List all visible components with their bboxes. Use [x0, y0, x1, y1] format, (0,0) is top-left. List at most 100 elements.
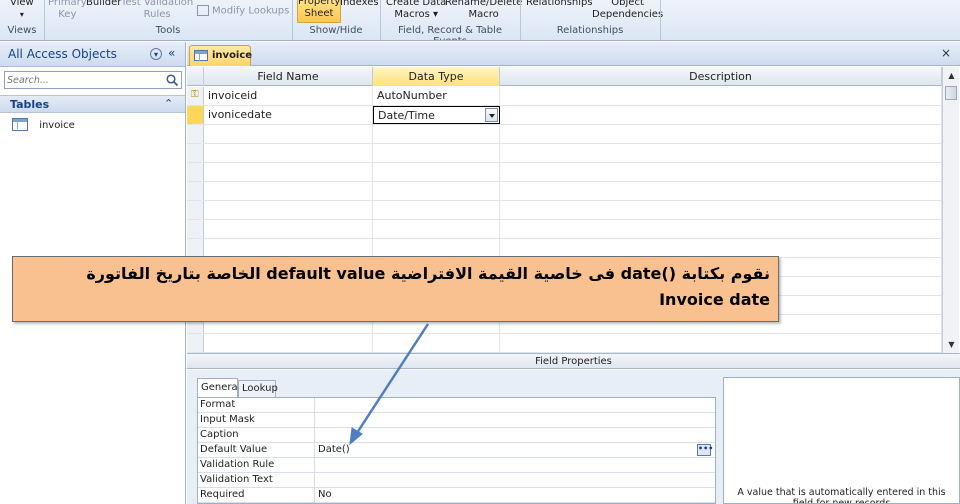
tab-general[interactable]: General [197, 378, 240, 397]
vertical-scrollbar[interactable]: ▲ ▼ [942, 67, 959, 353]
chevron-down-icon[interactable] [485, 108, 498, 122]
grid-cell[interactable] [204, 334, 373, 352]
grid-cell[interactable] [373, 201, 500, 219]
grid-cell[interactable] [373, 182, 500, 200]
close-icon[interactable]: × [941, 46, 951, 60]
row-selector[interactable] [187, 182, 204, 200]
grid-cell[interactable] [204, 201, 373, 219]
grid-cell[interactable] [500, 163, 942, 181]
grid-cell[interactable] [373, 144, 500, 162]
data-type-header: Data Type [373, 67, 500, 86]
grid-cell[interactable] [204, 239, 373, 257]
grid-cell[interactable] [500, 201, 942, 219]
nav-title[interactable]: All Access Objects [8, 47, 117, 61]
empty-grid-row[interactable] [187, 144, 942, 163]
build-button[interactable]: ••• [697, 444, 713, 456]
indexes-button[interactable]: Indexes [340, 0, 379, 9]
row-selector[interactable] [187, 220, 204, 238]
modify-lookups-button[interactable]: Modify Lookups [197, 5, 289, 18]
empty-grid-row[interactable] [187, 220, 942, 239]
row-selector[interactable]: ⚿ [187, 87, 204, 105]
data-type-select[interactable]: Date/Time [373, 106, 500, 124]
row-selector[interactable] [187, 239, 204, 257]
table-row[interactable]: ⚿ invoiceid AutoNumber [187, 87, 942, 106]
grid-cell[interactable] [500, 334, 942, 352]
scroll-down-icon[interactable]: ▼ [943, 336, 960, 353]
test-validation-rules-button[interactable]: Test Validation Rules [121, 0, 193, 21]
nav-header: All Access Objects ▾ « [0, 42, 185, 67]
field-name-cell[interactable]: ivonicedate [204, 106, 373, 124]
grid-cell[interactable] [500, 182, 942, 200]
grid-cell[interactable] [500, 239, 942, 257]
chevron-up-icon[interactable]: ⌃ [164, 97, 173, 110]
grid-cell[interactable] [373, 163, 500, 181]
property-help-panel: A value that is automatically entered in… [723, 377, 960, 504]
property-row[interactable]: Validation Rule [198, 458, 715, 473]
property-row[interactable]: Caption [198, 428, 715, 443]
empty-grid-row[interactable] [187, 163, 942, 182]
primary-key-button[interactable]: Primary Key [48, 0, 87, 21]
grid-cell[interactable] [204, 125, 373, 143]
property-row[interactable]: Input Mask [198, 413, 715, 428]
grid-cell[interactable] [204, 220, 373, 238]
property-value[interactable] [316, 413, 318, 428]
row-selector[interactable] [187, 334, 204, 352]
nav-item-invoice[interactable]: invoice [12, 118, 75, 134]
property-label: Validation Rule [200, 458, 315, 473]
collapse-pane-icon[interactable]: « [168, 46, 175, 60]
grid-cell[interactable] [373, 239, 500, 257]
rename-delete-macro-button[interactable]: Rename/Delete Macro [445, 0, 522, 21]
tab-invoice[interactable]: invoice [189, 45, 252, 66]
tables-section-label: Tables [10, 98, 50, 111]
data-type-cell[interactable]: AutoNumber [373, 87, 500, 105]
row-selector[interactable] [187, 106, 204, 124]
relationships-button[interactable]: Relationships [526, 0, 593, 9]
field-name-cell[interactable]: invoiceid [204, 87, 373, 105]
builder-button[interactable]: Builder [86, 0, 121, 9]
property-row[interactable]: Format [198, 398, 715, 413]
property-value[interactable] [316, 473, 318, 488]
object-dependencies-button[interactable]: Object Dependencies [592, 0, 663, 21]
property-sheet-button[interactable]: Property Sheet [297, 0, 341, 23]
grid-cell[interactable] [204, 163, 373, 181]
grid-cell[interactable] [373, 334, 500, 352]
create-data-macros-button[interactable]: Create Data Macros ▾ [386, 0, 446, 21]
grid-cell[interactable] [373, 125, 500, 143]
empty-grid-row[interactable] [187, 334, 942, 353]
empty-grid-row[interactable] [187, 182, 942, 201]
property-row[interactable]: Required No [198, 488, 715, 503]
tab-lookup[interactable]: Lookup [238, 380, 278, 397]
row-selector[interactable] [187, 201, 204, 219]
description-cell[interactable] [500, 106, 942, 124]
callout-line-2: Invoice date [659, 290, 770, 309]
description-cell[interactable] [500, 87, 942, 105]
grid-cell[interactable] [373, 220, 500, 238]
default-value-input[interactable]: Date() [316, 443, 350, 458]
grid-cell[interactable] [204, 144, 373, 162]
table-row[interactable]: ivonicedate Date/Time [187, 106, 942, 125]
empty-grid-row[interactable] [187, 201, 942, 220]
row-selector[interactable] [187, 144, 204, 162]
empty-grid-row[interactable] [187, 125, 942, 144]
property-value[interactable] [316, 398, 318, 413]
scroll-up-icon[interactable]: ▲ [943, 67, 960, 84]
grid-cell[interactable] [500, 220, 942, 238]
property-row[interactable]: Validation Text [198, 473, 715, 488]
property-row[interactable]: Default Value Date() ••• [198, 443, 715, 458]
property-label: Default Value [200, 443, 315, 458]
property-value[interactable] [316, 458, 318, 473]
grid-cell[interactable] [500, 125, 942, 143]
property-value[interactable]: No [316, 488, 332, 503]
chevron-down-icon[interactable]: ▾ [150, 48, 162, 60]
tables-section-header[interactable]: Tables ⌃ [0, 95, 185, 113]
description-header: Description [500, 67, 942, 86]
search-input[interactable] [7, 73, 163, 87]
grid-cell[interactable] [204, 182, 373, 200]
grid-cell[interactable] [500, 144, 942, 162]
row-selector[interactable] [187, 163, 204, 181]
search-icon[interactable] [165, 74, 179, 87]
row-selector[interactable] [187, 125, 204, 143]
view-button[interactable]: View ▾ [10, 0, 34, 21]
property-value[interactable] [316, 428, 318, 443]
scroll-thumb[interactable] [945, 86, 957, 100]
